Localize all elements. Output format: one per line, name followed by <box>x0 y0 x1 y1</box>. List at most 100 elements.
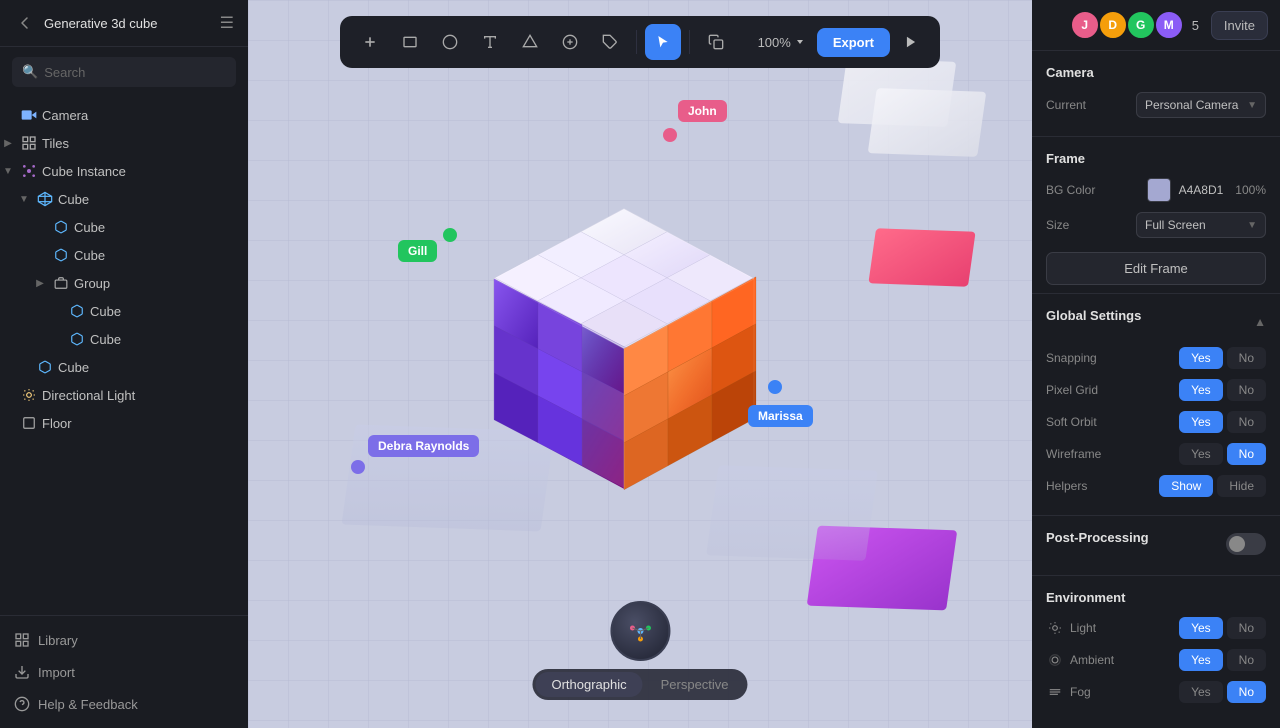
camera-current-select[interactable]: Personal Camera ▼ <box>1136 92 1266 118</box>
duplicate-tool-button[interactable] <box>698 24 734 60</box>
ellipse-tool-button[interactable] <box>432 24 468 60</box>
env-fog-icon <box>1046 683 1064 701</box>
tree-item-tiles[interactable]: ▶ Tiles <box>0 129 248 157</box>
export-button[interactable]: Export <box>817 28 890 57</box>
tree-label-camera: Camera <box>42 108 88 123</box>
tree-toggle-tiles[interactable]: ▶ <box>0 135 16 151</box>
tree-label-cube-3: Cube <box>90 304 121 319</box>
main-cube-svg <box>439 164 809 544</box>
toolbar-divider-1 <box>636 30 637 54</box>
soft-orbit-no-button[interactable]: No <box>1227 411 1266 433</box>
shape-tool-button[interactable] <box>512 24 548 60</box>
menu-button[interactable]: ☰ <box>220 13 234 33</box>
pixel-grid-no-button[interactable]: No <box>1227 379 1266 401</box>
post-processing-toggle-switch[interactable] <box>1226 533 1266 555</box>
tree-label-tiles: Tiles <box>42 136 69 151</box>
search-input[interactable] <box>44 65 226 80</box>
frame-size-row: Size Full Screen ▼ <box>1046 212 1266 238</box>
user-label-debra: Debra Raynolds <box>368 435 479 457</box>
snapping-row: Snapping Yes No <box>1046 347 1266 369</box>
global-settings-title-row: Global Settings ▲ <box>1046 308 1266 335</box>
zoom-chevron-icon <box>795 37 805 47</box>
sidebar-title: Generative 3d cube <box>44 16 157 31</box>
bg-tile-2 <box>868 88 987 157</box>
avatars-row: J D G M 5 Invite <box>1032 0 1280 51</box>
canvas-area[interactable]: John Gill Debra Raynolds Marissa Orthogr… <box>248 0 1032 728</box>
tree-item-floor[interactable]: Floor <box>0 409 248 437</box>
env-light-yes-button[interactable]: Yes <box>1179 617 1223 639</box>
tree-item-cube-5[interactable]: Cube <box>16 353 248 381</box>
env-ambient-yes-button[interactable]: Yes <box>1179 649 1223 671</box>
pixel-grid-row: Pixel Grid Yes No <box>1046 379 1266 401</box>
invite-button[interactable]: Invite <box>1211 11 1268 40</box>
frame-size-select[interactable]: Full Screen ▼ <box>1136 212 1266 238</box>
tree-item-directional-light[interactable]: Directional Light <box>0 381 248 409</box>
zoom-control[interactable]: 100% <box>750 35 813 50</box>
nav-orb[interactable] <box>610 601 670 661</box>
sidebar-import[interactable]: Import <box>0 656 248 688</box>
sidebar-bottom: Library Import Help & Feedback <box>0 615 248 728</box>
helpers-label: Helpers <box>1046 479 1087 493</box>
cube-sm-icon-5 <box>36 358 54 376</box>
orthographic-mode-button[interactable]: Orthographic <box>535 672 642 697</box>
tag-tool-button[interactable] <box>592 24 628 60</box>
env-light-label: Light <box>1070 621 1096 635</box>
cube-sm-icon-2 <box>52 246 70 264</box>
avatar-g: G <box>1126 10 1156 40</box>
global-settings-collapse-icon[interactable]: ▲ <box>1254 315 1266 329</box>
symbol-tool-button[interactable] <box>552 24 588 60</box>
env-ambient-no-button[interactable]: No <box>1227 649 1266 671</box>
camera-section-title: Camera <box>1046 65 1266 80</box>
helpers-show-button[interactable]: Show <box>1159 475 1213 497</box>
nav-orb-icon <box>623 614 657 648</box>
bg-color-opacity: 100% <box>1235 183 1266 197</box>
add-tool-button[interactable] <box>352 24 388 60</box>
tree-item-cube-1[interactable]: Cube <box>32 213 248 241</box>
tree-label-cube-1: Cube <box>74 220 105 235</box>
helpers-toggle: Show Hide <box>1159 475 1266 497</box>
soft-orbit-yes-button[interactable]: Yes <box>1179 411 1223 433</box>
tree-item-cube-3[interactable]: Cube <box>48 297 248 325</box>
search-box: 🔍 <box>12 57 236 87</box>
user-label-john: John <box>678 100 727 122</box>
sidebar-help[interactable]: Help & Feedback <box>0 688 248 720</box>
edit-frame-button[interactable]: Edit Frame <box>1046 252 1266 285</box>
tree-item-cube-instance[interactable]: ▼ Cube Instance <box>0 157 248 185</box>
tree-item-cube-2[interactable]: Cube <box>32 241 248 269</box>
text-tool-button[interactable] <box>472 24 508 60</box>
camera-current-row: Current Personal Camera ▼ <box>1046 92 1266 118</box>
cursor-tool-button[interactable] <box>645 24 681 60</box>
perspective-mode-button[interactable]: Perspective <box>645 672 745 697</box>
env-light-no-button[interactable]: No <box>1227 617 1266 639</box>
play-button[interactable] <box>894 25 928 59</box>
helpers-hide-button[interactable]: Hide <box>1217 475 1266 497</box>
tree-item-camera[interactable]: Camera <box>0 101 248 129</box>
wireframe-yes-button[interactable]: Yes <box>1179 443 1223 465</box>
tree-item-cube-4[interactable]: Cube <box>48 325 248 353</box>
env-fog-toggle: Yes No <box>1179 681 1266 703</box>
wireframe-toggle: Yes No <box>1179 443 1266 465</box>
component-icon <box>20 162 38 180</box>
tree-label-group: Group <box>74 276 110 291</box>
tree-toggle-cube-instance[interactable]: ▼ <box>0 163 16 179</box>
tree-item-cube-main[interactable]: ▼ Cube <box>16 185 248 213</box>
frame-section: Frame BG Color A4A8D1 100% Size Full Scr… <box>1032 137 1280 294</box>
bg-color-row: BG Color A4A8D1 100% <box>1046 178 1266 202</box>
tree-item-group[interactable]: ▶ Group <box>32 269 248 297</box>
tree-toggle-cube-main[interactable]: ▼ <box>16 191 32 207</box>
env-fog-no-button[interactable]: No <box>1227 681 1266 703</box>
frame-size-label: Size <box>1046 218 1069 232</box>
pixel-grid-yes-button[interactable]: Yes <box>1179 379 1223 401</box>
wireframe-no-button[interactable]: No <box>1227 443 1266 465</box>
bg-color-swatch[interactable] <box>1147 178 1171 202</box>
snapping-yes-button[interactable]: Yes <box>1179 347 1223 369</box>
camera-chevron-icon: ▼ <box>1247 100 1257 111</box>
bg-tile-pink <box>868 228 975 286</box>
rectangle-tool-button[interactable] <box>392 24 428 60</box>
snapping-no-button[interactable]: No <box>1227 347 1266 369</box>
env-fog-yes-button[interactable]: Yes <box>1179 681 1223 703</box>
back-button[interactable] <box>14 12 36 34</box>
sidebar-library[interactable]: Library <box>0 624 248 656</box>
avatar-m: M <box>1154 10 1184 40</box>
tree-toggle-group[interactable]: ▶ <box>32 275 48 291</box>
